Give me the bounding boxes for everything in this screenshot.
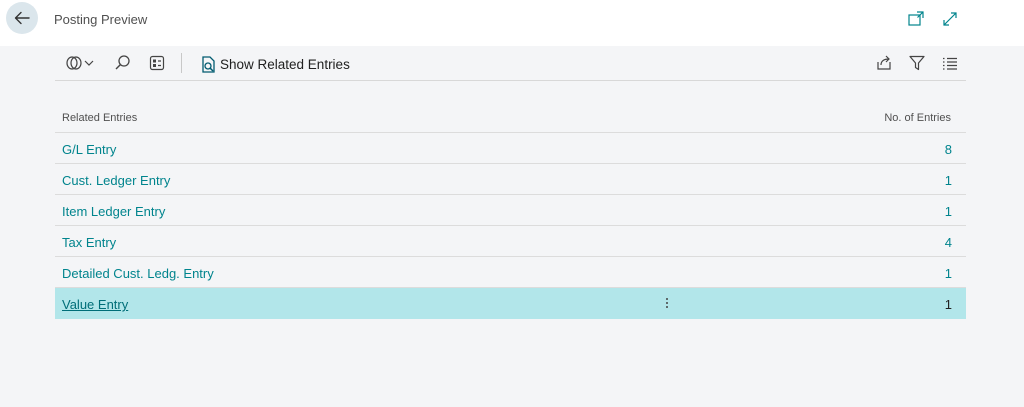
table-row[interactable]: Item Ledger Entry 1 bbox=[55, 195, 966, 226]
show-related-entries-label: Show Related Entries bbox=[220, 56, 350, 72]
search-icon[interactable] bbox=[114, 54, 132, 72]
entry-name-link[interactable]: Tax Entry bbox=[62, 235, 116, 250]
entry-name-link[interactable]: G/L Entry bbox=[62, 142, 116, 157]
related-entries-list: Related Entries No. of Entries G/L Entry… bbox=[55, 102, 966, 319]
entry-name-link[interactable]: Detailed Cust. Ledg. Entry bbox=[62, 266, 214, 281]
table-row[interactable]: Detailed Cust. Ledg. Entry 1 bbox=[55, 257, 966, 288]
list-header: Related Entries No. of Entries bbox=[55, 102, 966, 133]
table-row[interactable]: Tax Entry 4 bbox=[55, 226, 966, 257]
table-row-selected[interactable]: Value Entry 1 bbox=[55, 288, 966, 319]
list-view-icon[interactable] bbox=[941, 54, 959, 72]
entry-name-link[interactable]: Value Entry bbox=[62, 297, 128, 312]
entry-count[interactable]: 1 bbox=[945, 204, 952, 219]
page-title: Posting Preview bbox=[54, 12, 148, 27]
entry-name-link[interactable]: Cust. Ledger Entry bbox=[62, 173, 170, 188]
column-header-related-entries[interactable]: Related Entries bbox=[62, 112, 137, 124]
entry-count[interactable]: 1 bbox=[945, 297, 952, 312]
entry-count[interactable]: 8 bbox=[945, 142, 952, 157]
share-icon[interactable] bbox=[875, 54, 893, 72]
copilot-dropdown-icon[interactable] bbox=[65, 54, 95, 72]
page-header: Posting Preview bbox=[0, 0, 1024, 46]
document-search-icon bbox=[202, 55, 215, 73]
open-in-new-window-icon[interactable] bbox=[907, 10, 925, 28]
entry-name-link[interactable]: Item Ledger Entry bbox=[62, 204, 165, 219]
toolbar-divider bbox=[181, 53, 182, 73]
filter-icon[interactable] bbox=[908, 54, 926, 72]
entry-count[interactable]: 1 bbox=[945, 266, 952, 281]
entry-count[interactable]: 1 bbox=[945, 173, 952, 188]
expand-icon[interactable] bbox=[941, 10, 959, 28]
show-related-entries-button[interactable]: Show Related Entries bbox=[201, 53, 350, 75]
action-toolbar: Show Related Entries bbox=[55, 46, 966, 81]
row-actions-menu-icon[interactable] bbox=[660, 294, 674, 312]
edit-list-icon[interactable] bbox=[148, 54, 166, 72]
table-row[interactable]: Cust. Ledger Entry 1 bbox=[55, 164, 966, 195]
arrow-left-icon bbox=[14, 11, 30, 25]
entry-count[interactable]: 4 bbox=[945, 235, 952, 250]
back-button[interactable] bbox=[6, 2, 38, 34]
table-row[interactable]: G/L Entry 8 bbox=[55, 133, 966, 164]
column-header-no-of-entries[interactable]: No. of Entries bbox=[884, 112, 951, 124]
